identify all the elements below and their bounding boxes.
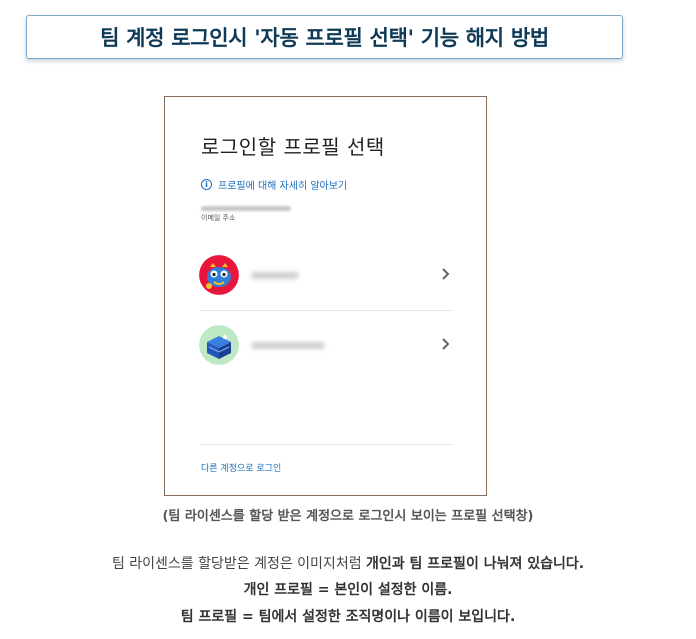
email-address-blurred bbox=[201, 206, 291, 211]
profile-option-team[interactable] bbox=[199, 322, 453, 368]
profile-select-heading: 로그인할 프로필 선택 bbox=[201, 135, 385, 159]
profile-name-blurred bbox=[251, 341, 325, 349]
page-title: 팀 계정 로그인시 '자동 프로필 선택' 기능 해지 방법 bbox=[26, 15, 623, 59]
chevron-right-icon bbox=[442, 338, 450, 350]
info-icon: i bbox=[201, 179, 212, 190]
explanation-line-3: 팀 프로필 = 팀에서 설정한 조직명이나 이름이 보입니다. bbox=[180, 609, 516, 625]
profile-name-blurred bbox=[251, 271, 299, 279]
explanation-line-1-emphasis: 개인과 팀 프로필이 나눠져 있습니다. bbox=[366, 556, 585, 572]
profile-select-screenshot: 로그인할 프로필 선택 i 프로필에 대해 자세히 알아보기 이메일 주소 다른… bbox=[164, 96, 487, 496]
divider bbox=[201, 444, 453, 445]
learn-more-link[interactable]: i 프로필에 대해 자세히 알아보기 bbox=[201, 177, 347, 192]
other-account-login-link[interactable]: 다른 계정으로 로그인 bbox=[201, 461, 281, 474]
red-monster-avatar bbox=[199, 255, 239, 295]
learn-more-label: 프로필에 대해 자세히 알아보기 bbox=[218, 181, 348, 192]
profile-option-personal[interactable] bbox=[199, 252, 453, 298]
explanation-line-2: 개인 프로필 = 본인이 설정한 이름. bbox=[243, 582, 453, 598]
explanation-line-1: 팀 라이센스를 할당받은 계정은 이미지처럼 개인과 팀 프로필이 나눠져 있습… bbox=[0, 553, 696, 573]
blue-cube-avatar bbox=[199, 325, 239, 365]
email-label: 이메일 주소 bbox=[201, 214, 236, 222]
screenshot-caption: (팀 라이센스를 할당 받은 계정으로 로그인시 보이는 프로필 선택창) bbox=[162, 509, 534, 524]
divider bbox=[201, 310, 453, 311]
explanation-line-1-text: 팀 라이센스를 할당받은 계정은 이미지처럼 bbox=[111, 556, 367, 572]
chevron-right-icon bbox=[442, 268, 450, 280]
